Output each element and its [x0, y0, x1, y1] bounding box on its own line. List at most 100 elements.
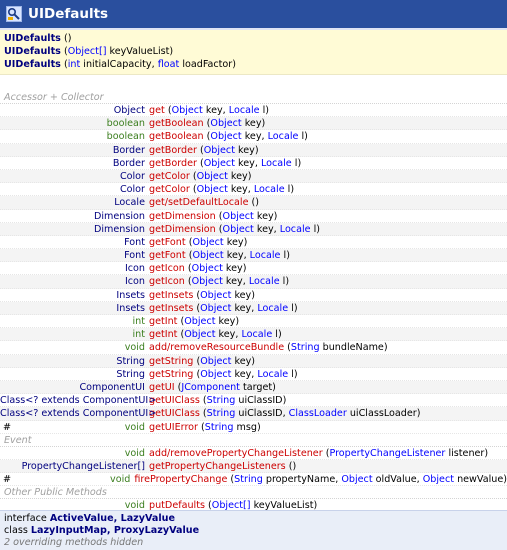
method-name[interactable]: getBorder [149, 145, 197, 156]
method-row[interactable]: Locale get/setDefaultLocale () [0, 196, 507, 210]
method-name[interactable]: getInt [149, 316, 177, 327]
param-type[interactable]: Object [184, 329, 215, 340]
method-name[interactable]: getString [149, 356, 193, 367]
method-name[interactable]: getFont [149, 237, 186, 248]
param-type[interactable]: Object [223, 224, 254, 235]
param-type[interactable]: Locale [257, 303, 288, 314]
param-type[interactable]: Locale [249, 276, 280, 287]
param-type[interactable]: int [68, 59, 81, 70]
param-type[interactable]: String [205, 422, 234, 433]
method-name[interactable]: getDimension [149, 211, 216, 222]
param-type[interactable]: Object [200, 356, 231, 367]
param-type[interactable]: Object[] [68, 46, 107, 57]
method-row[interactable]: Dimension getDimension (Object key) [0, 210, 507, 223]
method-row[interactable]: Dimension getDimension (Object key, Local… [0, 222, 507, 236]
method-name[interactable]: get/setDefaultLocale [149, 197, 248, 208]
method-name[interactable]: getBorder [149, 158, 197, 169]
method-name[interactable]: getColor [149, 184, 190, 195]
return-type[interactable]: Color [120, 171, 145, 182]
param-type[interactable]: Object [200, 290, 231, 301]
param-type[interactable]: Object [200, 369, 231, 380]
return-type[interactable]: Insets [116, 290, 145, 301]
method-name[interactable]: getFont [149, 250, 186, 261]
method-row[interactable]: Icon getIcon (Object key) [0, 262, 507, 276]
method-row[interactable]: String getString (Object key, Locale l) [0, 368, 507, 381]
interface-names[interactable]: ActiveValue, LazyValue [50, 513, 175, 524]
return-type[interactable]: Dimension [94, 211, 145, 222]
method-name[interactable]: getColor [149, 171, 190, 182]
return-type[interactable]: ComponentUI [79, 382, 145, 393]
method-name[interactable]: getInsets [149, 290, 193, 301]
return-type[interactable]: Class<? extends ComponentUI> [0, 408, 156, 419]
constructor-name[interactable]: UIDefaults [4, 33, 61, 44]
method-row[interactable]: Icon getIcon (Object key, Locale l) [0, 275, 507, 289]
method-name[interactable]: getDimension [149, 224, 216, 235]
param-type[interactable]: Object [192, 250, 223, 261]
method-row[interactable]: void add/removePropertyChangeListener (Pr… [0, 447, 507, 460]
return-type[interactable]: String [116, 356, 145, 367]
param-type[interactable]: Object [197, 184, 228, 195]
param-type[interactable]: Object [172, 105, 203, 116]
param-type[interactable]: Locale [241, 329, 272, 340]
method-name[interactable]: getIcon [149, 276, 185, 287]
method-row[interactable]: Font getFont (Object key) [0, 236, 507, 250]
return-type[interactable]: Font [124, 250, 145, 261]
return-type[interactable]: Border [113, 158, 145, 169]
method-row[interactable]: Border getBorder (Object key, Locale l) [0, 157, 507, 170]
method-row[interactable]: String getString (Object key) [0, 354, 507, 368]
param-type[interactable]: JComponent [181, 382, 240, 393]
param-type[interactable]: String [234, 474, 263, 485]
return-type[interactable]: Class<? extends ComponentUI> [0, 395, 156, 406]
param-type[interactable]: Object [192, 276, 223, 287]
method-row[interactable]: Font getFont (Object key, Locale l) [0, 249, 507, 263]
return-type[interactable]: Icon [125, 276, 145, 287]
method-name[interactable]: getUIClass [149, 395, 200, 406]
method-row[interactable]: Border getBorder (Object key) [0, 143, 507, 157]
method-name[interactable]: getUI [149, 382, 175, 393]
method-row[interactable]: Object get (Object key, Locale l) [0, 104, 507, 118]
method-name[interactable]: getUIError [149, 422, 198, 433]
method-row[interactable]: # void getUIError (String msg) [0, 421, 507, 434]
param-type[interactable]: Object [197, 171, 228, 182]
param-type[interactable]: String [291, 342, 320, 353]
method-row[interactable]: PropertyChangeListener[] getPropertyChang… [0, 459, 507, 474]
param-type[interactable]: Object [184, 316, 215, 327]
method-name[interactable]: getInt [149, 329, 177, 340]
method-row[interactable]: Insets getInsets (Object key, Locale l) [0, 301, 507, 315]
method-row[interactable]: # void firePropertyChange (String property… [0, 473, 507, 487]
return-type[interactable]: PropertyChangeListener[] [22, 461, 145, 472]
method-row[interactable]: Class<? extends ComponentUI> getUIClass (… [0, 394, 507, 408]
return-type[interactable]: Color [120, 184, 145, 195]
param-type[interactable]: Locale [257, 369, 288, 380]
param-type[interactable]: float [158, 59, 180, 70]
method-row[interactable]: ComponentUI getUI (JComponent target) [0, 380, 507, 395]
param-type[interactable]: Locale [268, 131, 299, 142]
method-row[interactable]: void add/removeResourceBundle (String bun… [0, 341, 507, 355]
param-type[interactable]: Object [192, 263, 223, 274]
method-name[interactable]: getBoolean [149, 118, 204, 129]
return-type[interactable]: Font [124, 237, 145, 248]
return-type[interactable]: Dimension [94, 224, 145, 235]
method-row[interactable]: Insets getInsets (Object key) [0, 289, 507, 302]
method-name[interactable]: getIcon [149, 263, 185, 274]
method-name[interactable]: firePropertyChange [134, 474, 227, 485]
return-type[interactable]: Locale [114, 197, 145, 208]
method-name[interactable]: getBoolean [149, 131, 204, 142]
param-type[interactable]: Object [341, 474, 372, 485]
param-type[interactable]: Object [204, 158, 235, 169]
param-type[interactable]: Object [210, 118, 241, 129]
param-type[interactable]: Locale [229, 105, 260, 116]
constructor-name[interactable]: UIDefaults [4, 59, 61, 70]
param-type[interactable]: Locale [261, 158, 292, 169]
method-row[interactable]: int getInt (Object key, Locale l) [0, 328, 507, 342]
method-name[interactable]: add/removePropertyChangeListener [149, 448, 323, 459]
param-type[interactable]: Object [204, 145, 235, 156]
nested-class-names[interactable]: LazyInputMap, ProxyLazyValue [31, 525, 199, 536]
method-name[interactable]: add/removeResourceBundle [149, 342, 284, 353]
method-row[interactable]: Color getColor (Object key) [0, 169, 507, 184]
param-type[interactable]: Object [423, 474, 454, 485]
param-type[interactable]: Locale [280, 224, 311, 235]
param-type[interactable]: PropertyChangeListener [329, 448, 445, 459]
return-type[interactable]: Icon [125, 263, 145, 274]
param-type[interactable]: Locale [250, 250, 281, 261]
